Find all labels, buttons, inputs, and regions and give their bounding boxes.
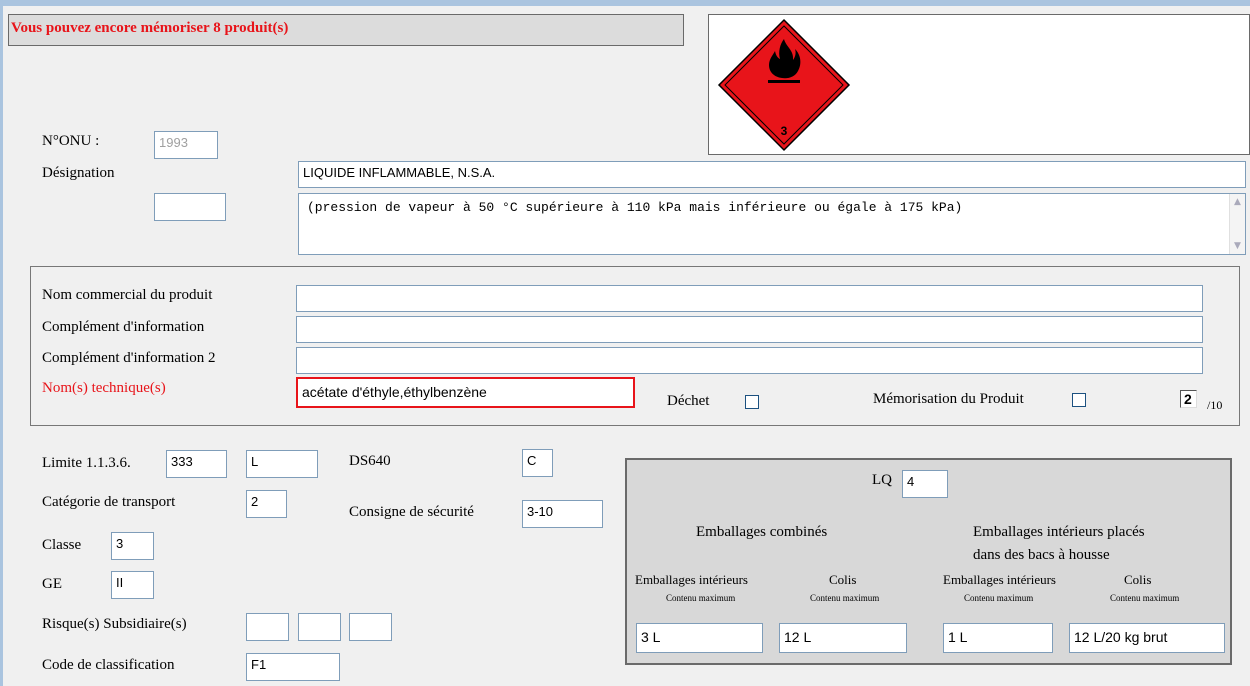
complement-label: Complément d'information: [42, 319, 205, 335]
memorize-checkbox[interactable]: [1072, 393, 1086, 407]
class-label: Classe: [42, 537, 82, 553]
complement2-label: Complément d'information 2: [42, 350, 216, 366]
combined-colis-label: Colis: [829, 572, 857, 587]
tray-inner-max-label: Contenu maximum: [964, 593, 1034, 603]
window-left-border: [0, 0, 3, 686]
remaining-products-banner: Vous pouvez encore mémoriser 8 produit(s…: [8, 14, 684, 46]
designation-label: Désignation: [42, 165, 115, 181]
tray-colis-label: Colis: [1124, 572, 1152, 587]
safety-instruction-field[interactable]: 3-10: [522, 500, 603, 528]
placard-class-number: 3: [781, 124, 788, 138]
onu-label: N°ONU :: [42, 133, 100, 149]
transport-category-field[interactable]: 2: [246, 490, 287, 518]
memorize-label: Mémorisation du Produit: [873, 391, 1024, 407]
complement2-field[interactable]: [296, 347, 1203, 374]
limit-unit-field[interactable]: L: [246, 450, 318, 478]
combined-inner-field[interactable]: 3 L: [636, 623, 763, 653]
limit-value-field[interactable]: 333: [166, 450, 227, 478]
technical-name-label: Nom(s) technique(s): [42, 380, 166, 396]
ds640-label: DS640: [349, 453, 391, 469]
designation-side-field[interactable]: [154, 193, 226, 221]
combined-colis-field[interactable]: 12 L: [779, 623, 907, 653]
scroll-up-icon[interactable]: ▲: [1230, 194, 1245, 210]
limit-label: Limite 1.1.3.6.: [42, 455, 131, 471]
hazard-placard-panel: 3: [708, 14, 1250, 155]
subsidiary-risk-field-1[interactable]: [246, 613, 289, 641]
lq-field[interactable]: 4: [902, 470, 948, 498]
commercial-name-label: Nom commercial du produit: [42, 287, 213, 303]
packing-group-label: GE: [42, 576, 62, 592]
subsidiary-risk-field-3[interactable]: [349, 613, 392, 641]
transport-category-label: Catégorie de transport: [42, 494, 176, 510]
tray-inner-field[interactable]: 1 L: [943, 623, 1053, 653]
combined-inner-label: Emballages intérieurs: [635, 572, 748, 587]
memorize-counter: 2: [1180, 390, 1197, 408]
classification-code-field[interactable]: F1: [246, 653, 340, 681]
classification-code-label: Code de classification: [42, 657, 175, 673]
scroll-down-icon[interactable]: ▼: [1230, 238, 1245, 254]
combined-inner-max-label: Contenu maximum: [666, 593, 736, 603]
lq-label: LQ: [872, 472, 892, 488]
memorize-counter-total: /10: [1207, 398, 1223, 412]
subsidiary-risk-field-2[interactable]: [298, 613, 341, 641]
tray-colis-max-label: Contenu maximum: [1110, 593, 1180, 603]
designation-detail-textarea[interactable]: (pression de vapeur à 50 °C supérieure à…: [298, 193, 1246, 255]
complement-field[interactable]: [296, 316, 1203, 343]
ds640-field[interactable]: C: [522, 449, 553, 477]
tray-packaging-title-2: dans des bacs à housse: [973, 547, 1110, 563]
window-top-border: [0, 0, 1250, 6]
onu-field[interactable]: 1993: [154, 131, 218, 159]
technical-name-field[interactable]: acétate d'éthyle,éthylbenzène: [296, 377, 635, 408]
designation-scrollbar[interactable]: ▲ ▼: [1229, 194, 1245, 254]
subsidiary-risk-label: Risque(s) Subsidiaire(s): [42, 616, 187, 632]
packing-group-field[interactable]: II: [111, 571, 154, 599]
class-field[interactable]: 3: [111, 532, 154, 560]
combined-colis-max-label: Contenu maximum: [810, 593, 880, 603]
designation-detail-text: (pression de vapeur à 50 °C supérieure à…: [307, 200, 963, 215]
tray-inner-label: Emballages intérieurs: [943, 572, 1056, 587]
commercial-name-field[interactable]: [296, 285, 1203, 312]
waste-checkbox[interactable]: [745, 395, 759, 409]
designation-name-field[interactable]: LIQUIDE INFLAMMABLE, N.S.A.: [298, 161, 1246, 188]
hazard-placard: 3: [717, 18, 851, 152]
waste-label: Déchet: [667, 393, 710, 409]
tray-packaging-title-1: Emballages intérieurs placés: [973, 524, 1145, 540]
combined-packaging-title: Emballages combinés: [696, 524, 828, 540]
safety-instruction-label: Consigne de sécurité: [349, 504, 474, 520]
tray-colis-field[interactable]: 12 L/20 kg brut: [1069, 623, 1225, 653]
